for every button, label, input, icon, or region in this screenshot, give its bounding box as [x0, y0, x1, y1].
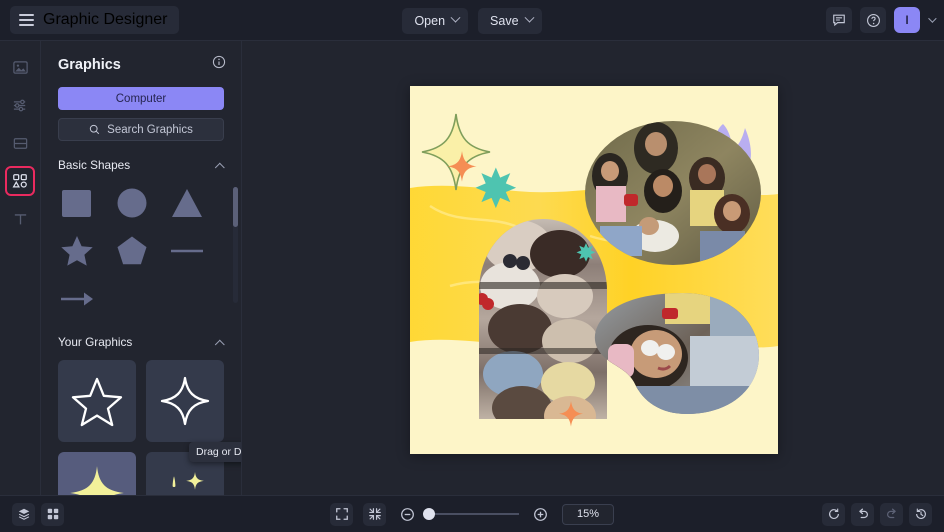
bottom-bar: 15%	[0, 495, 944, 532]
rail-item-adjust[interactable]	[5, 90, 35, 120]
fit-selection-button[interactable]	[363, 502, 386, 526]
redo-button[interactable]	[880, 502, 903, 526]
chevron-down-icon	[524, 12, 534, 23]
section-label: Basic Shapes	[58, 158, 131, 172]
section-your-graphics[interactable]: Your Graphics	[58, 335, 225, 350]
adjust-sliders-icon	[13, 99, 25, 111]
hamburger-icon	[19, 14, 34, 26]
account-chevron-down-icon[interactable]	[928, 14, 937, 23]
top-bar: Graphic Designer Open Save I	[0, 0, 944, 41]
pages-grid-icon	[47, 508, 58, 520]
rail-item-image[interactable]	[5, 52, 35, 82]
history-button[interactable]	[909, 502, 932, 526]
collage-artwork	[410, 86, 778, 454]
open-button[interactable]: Open	[402, 7, 469, 34]
tool-rail	[0, 41, 41, 495]
rail-item-layout[interactable]	[5, 128, 35, 158]
layers-button[interactable]	[12, 502, 35, 526]
chevron-down-icon	[450, 12, 461, 23]
panel-content: Computer Search Graphics Basic Shapes Yo…	[41, 74, 241, 495]
shape-triangle[interactable]	[168, 184, 206, 222]
basic-shapes-list	[58, 184, 224, 318]
avatar[interactable]: I	[894, 7, 920, 33]
panel-scrollbar[interactable]	[233, 187, 238, 303]
comment-icon	[833, 14, 845, 27]
search-graphics-input[interactable]: Search Graphics	[58, 118, 224, 141]
zoom-in-button[interactable]	[529, 503, 552, 526]
zoom-value-input[interactable]: 15%	[562, 503, 614, 525]
section-label: Your Graphics	[58, 335, 133, 349]
fit-screen-button[interactable]	[330, 502, 353, 526]
zoom-out-icon	[401, 507, 414, 521]
text-icon	[14, 213, 26, 224]
undo-button[interactable]	[851, 502, 874, 526]
panel-title: Graphics	[58, 56, 121, 73]
scrollbar-thumb[interactable]	[233, 187, 238, 227]
graphic-four-point-sparkle-outline[interactable]	[146, 360, 224, 442]
computer-source-button[interactable]: Computer	[58, 87, 224, 110]
app-root: Graphic Designer Open Save I Graphics Co…	[0, 0, 944, 532]
main-body: Graphics Computer Search Graphics Basic …	[0, 41, 944, 495]
save-button[interactable]: Save	[478, 7, 542, 34]
chevron-up-icon	[214, 162, 225, 173]
layers-icon	[18, 508, 29, 520]
fit-screen-icon	[335, 508, 348, 520]
shapes-icon	[12, 174, 27, 188]
app-menu-button[interactable]: Graphic Designer	[10, 6, 179, 34]
shape-pentagon[interactable]	[113, 232, 151, 270]
design-canvas[interactable]	[410, 86, 778, 454]
image-icon	[12, 60, 28, 74]
comment-button[interactable]	[826, 7, 852, 33]
pages-button[interactable]	[41, 502, 64, 526]
rail-item-text[interactable]	[5, 204, 35, 234]
section-basic-shapes[interactable]: Basic Shapes	[58, 158, 225, 173]
shape-square[interactable]	[58, 184, 96, 222]
search-icon	[89, 124, 100, 135]
info-button[interactable]	[212, 55, 226, 74]
fit-selection-icon	[368, 508, 381, 520]
open-label: Open	[414, 13, 446, 28]
graphic-five-point-star-outline[interactable]	[58, 360, 136, 442]
shape-circle[interactable]	[113, 184, 151, 222]
shape-arrow[interactable]	[58, 280, 96, 318]
zoom-in-icon	[534, 507, 547, 521]
panel-header: Graphics	[41, 41, 241, 74]
redo-icon	[886, 508, 896, 519]
bottom-left-tools	[12, 502, 222, 526]
shape-star[interactable]	[58, 232, 96, 270]
graphics-panel: Graphics Computer Search Graphics Basic …	[41, 41, 242, 495]
info-icon	[212, 55, 226, 69]
reset-icon	[828, 508, 839, 519]
history-controls	[822, 502, 932, 526]
layout-icon	[13, 137, 27, 149]
undo-icon	[858, 508, 868, 519]
canvas-stage[interactable]	[242, 41, 944, 495]
your-graphics-grid	[58, 360, 224, 495]
zoom-slider[interactable]	[423, 508, 519, 520]
reset-button[interactable]	[822, 502, 845, 526]
top-bar-actions: I	[826, 7, 937, 33]
shape-line[interactable]	[168, 232, 206, 270]
search-placeholder: Search Graphics	[107, 123, 193, 136]
graphic-four-point-sparkle-yellow[interactable]	[58, 452, 136, 495]
history-icon	[915, 508, 926, 519]
zoom-slider-handle[interactable]	[423, 508, 435, 520]
zoom-out-button[interactable]	[396, 503, 419, 526]
drag-tooltip: Drag or Double Click	[189, 442, 241, 462]
help-circle-icon	[866, 13, 880, 27]
app-title: Graphic Designer	[43, 11, 168, 28]
chevron-up-icon	[214, 339, 225, 350]
save-label: Save	[490, 13, 519, 28]
rail-item-shapes[interactable]	[5, 166, 35, 196]
avatar-initial: I	[905, 13, 909, 27]
help-button[interactable]	[860, 7, 886, 33]
